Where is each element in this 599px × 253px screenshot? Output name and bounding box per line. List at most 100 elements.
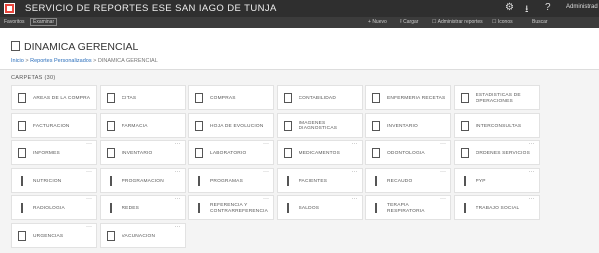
folder-icon <box>18 120 26 131</box>
folder-tile-label: FARMACIA <box>121 123 148 129</box>
search-input[interactable]: Buscar <box>532 19 548 25</box>
folder-tile[interactable]: FARMACIA <box>99 112 186 138</box>
more-options-icon[interactable]: ··· <box>440 196 446 202</box>
folder-tile-label: PYP <box>475 178 486 184</box>
folder-tile[interactable]: IMAGENES DIAGNOSTICAS <box>276 112 363 138</box>
folder-tile-label: COMPRAS <box>210 96 236 101</box>
folder-tile[interactable]: REFERENCIA Y CONTRARREFERENCIA ··· <box>188 195 274 220</box>
new-button[interactable]: + Nuevo <box>368 19 387 25</box>
report-icon <box>109 175 112 186</box>
folder-tile[interactable]: VACUNACION ··· <box>99 222 186 248</box>
more-options-icon[interactable]: ··· <box>175 224 181 230</box>
folder-tile[interactable]: PACIENTES ··· <box>276 167 363 193</box>
folder-tile[interactable]: INFORMES ··· <box>11 140 97 165</box>
folder-tile[interactable]: TERAPIA RESPIRATORIA ··· <box>365 195 451 220</box>
folder-tile[interactable]: HOJA DE EVOLUCION <box>188 112 274 138</box>
report-icon <box>109 203 112 213</box>
folder-tile[interactable]: RADIOLOGIA ··· <box>11 195 97 220</box>
section-label: CARPETAS (30) <box>11 75 56 81</box>
view-toggle[interactable]: ☐ Iconos <box>492 19 513 25</box>
folder-tile[interactable]: PYP ··· <box>453 167 540 193</box>
folder-tile[interactable]: FACTURACION <box>11 112 97 138</box>
folder-tile[interactable]: ENFERMERIA RECETAS <box>365 85 451 110</box>
report-icon <box>21 203 23 213</box>
gear-icon[interactable]: ⚙ <box>505 2 514 13</box>
folder-tile-label: VACUNACION <box>121 233 156 239</box>
more-options-icon[interactable]: ··· <box>175 141 181 147</box>
more-options-icon[interactable]: ··· <box>86 224 92 230</box>
folder-tile[interactable]: LABORATORIO ··· <box>188 140 274 165</box>
folder-tile[interactable]: PROGRAMAS ··· <box>188 167 274 193</box>
folder-icon <box>283 148 292 158</box>
manage-reports-button[interactable]: ☐ Administrar reportes <box>432 19 483 25</box>
folder-icon <box>11 41 20 51</box>
folder-icon <box>106 230 115 241</box>
upload-button[interactable]: ⭱ Cargar <box>400 19 418 27</box>
more-options-icon[interactable]: ··· <box>263 196 269 202</box>
folder-icon <box>18 93 26 103</box>
breadcrumb-parent[interactable]: Reportes Personalizados <box>30 58 91 64</box>
report-icon <box>198 175 200 186</box>
more-options-icon[interactable]: ··· <box>529 141 535 147</box>
folder-tile[interactable]: NUTRICION ··· <box>11 167 97 193</box>
folder-tile[interactable]: MEDICAMENTOS ··· <box>276 140 363 165</box>
more-options-icon[interactable]: ··· <box>86 169 92 175</box>
app-title: SERVICIO DE REPORTES ESE SAN IAGO DE TUN… <box>25 3 277 14</box>
folder-icon <box>283 93 292 103</box>
folder-tile-label: IMAGENES DIAGNOSTICAS <box>298 120 338 132</box>
folder-tile-label: INTERCONSULTAS <box>475 123 522 129</box>
more-options-icon[interactable]: ··· <box>529 196 535 202</box>
folder-tile[interactable]: PROGRAMACION ··· <box>99 167 186 193</box>
folder-tile-label: REDES <box>121 206 140 211</box>
folder-tile[interactable]: TRABAJO SOCIAL ··· <box>453 195 540 220</box>
folder-tile[interactable]: ORDENES SERVICIOS ··· <box>453 140 540 165</box>
folder-tile[interactable]: SALDOS ··· <box>276 195 363 220</box>
folder-tile-label: HOJA DE EVOLUCION <box>210 123 264 129</box>
folder-tile[interactable]: AREAS DE LA COMPRA <box>11 85 97 110</box>
user-menu[interactable]: Administrad <box>566 4 598 10</box>
report-icon <box>286 203 289 213</box>
folder-tile[interactable]: RECAUDO ··· <box>365 167 451 193</box>
browse-link[interactable]: Examinar <box>30 18 58 26</box>
folder-tile-label: CITAS <box>121 96 137 101</box>
top-bar: SERVICIO DE REPORTES ESE SAN IAGO DE TUN… <box>0 0 599 17</box>
question-icon[interactable]: ? <box>545 2 551 13</box>
more-options-icon[interactable]: ··· <box>352 196 358 202</box>
folder-tile[interactable]: COMPRAS <box>188 85 274 110</box>
more-options-icon[interactable]: ··· <box>263 169 269 175</box>
folder-icon <box>460 148 469 158</box>
report-icon <box>463 203 466 213</box>
app-logo[interactable] <box>4 3 15 14</box>
more-options-icon[interactable]: ··· <box>440 169 446 175</box>
more-options-icon[interactable]: ··· <box>352 169 358 175</box>
folder-tile[interactable]: INTERCONSULTAS <box>453 112 540 138</box>
folder-tile[interactable]: INVENTARIO ··· <box>99 140 186 165</box>
folder-tile-label: TERAPIA RESPIRATORIA <box>387 203 425 214</box>
folder-tile-label: RADIOLOGIA <box>33 206 65 211</box>
report-icon <box>375 175 377 186</box>
folder-tile[interactable]: URGENCIAS ··· <box>11 222 97 248</box>
breadcrumb-home[interactable]: Inicio <box>11 58 24 64</box>
report-icon <box>21 175 23 186</box>
folder-tile[interactable]: CITAS <box>99 85 186 110</box>
more-options-icon[interactable]: ··· <box>175 169 181 175</box>
folder-tile[interactable]: INVENTARIO <box>365 112 451 138</box>
more-options-icon[interactable]: ··· <box>86 141 92 147</box>
more-options-icon[interactable]: ··· <box>529 169 535 175</box>
folder-tile[interactable]: ESTADISTICAS DE OPERACIONES <box>453 85 540 110</box>
more-options-icon[interactable]: ··· <box>263 141 269 147</box>
more-options-icon[interactable]: ··· <box>175 196 181 202</box>
toolbar: Favoritos Examinar + Nuevo ⭱ Cargar ☐ Ad… <box>0 17 599 28</box>
more-options-icon[interactable]: ··· <box>352 141 358 147</box>
folder-tile[interactable]: ODONTOLOGIA ··· <box>365 140 451 165</box>
more-options-icon[interactable]: ··· <box>440 141 446 147</box>
folder-tile[interactable]: REDES ··· <box>99 195 186 220</box>
favorites-link[interactable]: Favoritos <box>4 19 25 25</box>
folder-tile-label: INVENTARIO <box>121 151 153 156</box>
folder-icon <box>195 93 203 103</box>
folder-icon <box>195 120 203 131</box>
more-options-icon[interactable]: ··· <box>86 196 92 202</box>
folder-tile[interactable]: CONTABILIDAD <box>276 85 363 110</box>
folder-tile-label: ORDENES SERVICIOS <box>475 151 530 156</box>
folder-icon <box>18 148 26 158</box>
